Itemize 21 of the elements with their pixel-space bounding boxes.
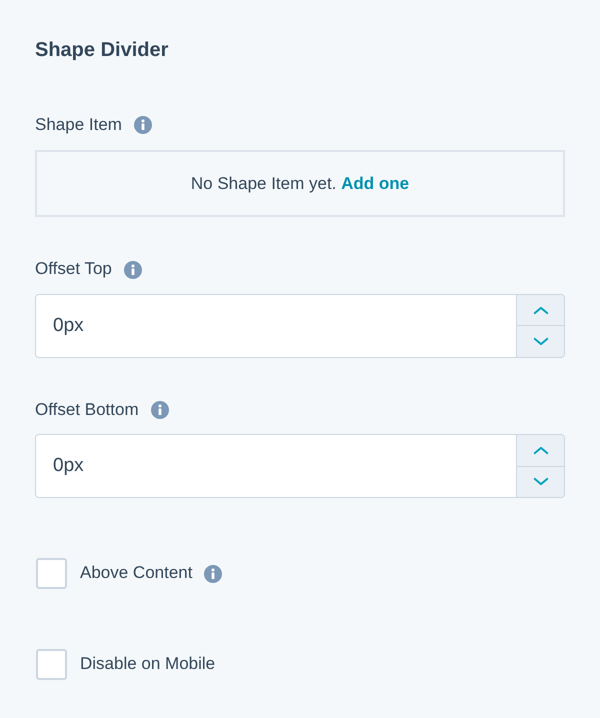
info-icon[interactable] [150,400,169,419]
chevron-down-icon [532,477,548,486]
checkbox-label: Above Content [80,563,192,584]
checkbox[interactable] [36,558,67,590]
checkbox[interactable] [36,649,67,680]
increment-button[interactable] [517,294,564,326]
section-title: Shape Divider [35,38,170,63]
chevron-up-icon [532,446,548,455]
empty-message: No Shape Item yet. Add one [190,173,410,196]
info-icon[interactable] [134,116,152,134]
increment-button[interactable] [517,435,564,466]
checkbox-label: Disable on Mobile [80,654,216,675]
decrement-button[interactable] [517,325,564,357]
chevron-up-icon [532,306,548,315]
info-icon[interactable] [204,564,222,583]
decrement-button[interactable] [517,466,564,498]
chevron-down-icon [532,337,548,346]
info-icon[interactable] [124,260,142,279]
field-label: Offset Top [35,259,112,280]
field-label: Shape Item [35,115,122,136]
field-label: Offset Bottom [35,400,139,420]
